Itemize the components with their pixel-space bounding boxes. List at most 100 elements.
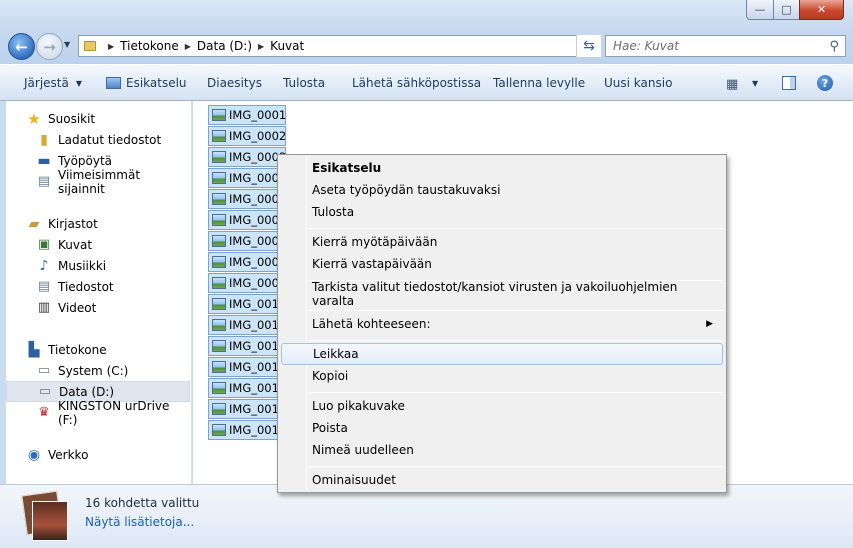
chevron-right-icon[interactable]: ▶ <box>258 42 264 51</box>
libraries-icon: ▰ <box>28 215 40 232</box>
nav-label: System (C:) <box>58 363 129 378</box>
menu-separator <box>309 392 723 393</box>
views-icon[interactable]: ▦ <box>726 77 738 92</box>
nav-label: Kuvat <box>58 237 93 252</box>
preview-pane-icon[interactable] <box>782 76 796 90</box>
refresh-button[interactable]: ⇆ <box>576 35 601 57</box>
file-item[interactable]: IMG_0016 <box>208 420 286 440</box>
image-file-icon <box>212 319 226 331</box>
search-box[interactable]: ⚲ <box>605 35 846 57</box>
slideshow-button[interactable]: Diaesitys <box>207 76 262 90</box>
recent-pages-dropdown[interactable]: ▼ <box>64 40 70 49</box>
chevron-right-icon[interactable]: ▶ <box>185 42 191 51</box>
new-folder-button[interactable]: Uusi kansio <box>604 76 672 90</box>
organize-button[interactable]: Järjestä ▼ <box>24 76 82 90</box>
image-file-icon <box>212 403 226 415</box>
menu-item-properties[interactable]: Ominaisuudet <box>281 469 723 491</box>
menu-item-preview[interactable]: Esikatselu <box>281 157 723 179</box>
file-item[interactable]: IMG_0009 <box>208 273 286 293</box>
menu-item-send-to[interactable]: Lähetä kohteeseen: ▶ <box>281 313 723 335</box>
thumbnail-front <box>32 501 68 541</box>
file-item[interactable]: IMG_0010 <box>208 294 286 314</box>
nav-recent[interactable]: ▤ Viimeisimmät sijainnit <box>6 168 190 196</box>
nav-label: Suosikit <box>48 111 96 126</box>
search-input[interactable] <box>613 39 818 53</box>
title-bar: — □ ✕ ← → ▼ ▶ Tietokone ▶ Data (D:) ▶ Ku… <box>0 0 853 64</box>
command-bar: Järjestä ▼ Esikatselu Diaesitys Tulosta L… <box>0 64 853 101</box>
nav-music[interactable]: ♪ Musiikki <box>6 255 190 276</box>
nav-libraries[interactable]: ▰ Kirjastot <box>6 213 190 234</box>
menu-item-create-shortcut[interactable]: Luo pikakuvake <box>281 395 723 417</box>
file-item[interactable]: IMG_0001 <box>208 105 286 125</box>
image-file-icon <box>212 256 226 268</box>
file-item[interactable]: IMG_0003 <box>208 147 286 167</box>
maximize-button[interactable]: □ <box>773 0 800 20</box>
arrow-left-icon: ← <box>15 37 28 56</box>
computer-icon: ▙ <box>28 341 40 358</box>
nav-pictures[interactable]: ▣ Kuvat <box>6 234 190 255</box>
menu-item-print[interactable]: Tulosta <box>281 201 723 223</box>
preview-button[interactable]: Esikatselu <box>106 76 187 90</box>
breadcrumb-pictures[interactable]: Kuvat <box>270 39 304 53</box>
menu-item-delete[interactable]: Poista <box>281 417 723 439</box>
menu-item-copy[interactable]: Kopioi <box>281 365 723 387</box>
nav-label: Data (D:) <box>59 384 115 399</box>
file-item[interactable]: IMG_0005 <box>208 189 286 209</box>
close-button[interactable]: ✕ <box>799 0 844 20</box>
minimize-button[interactable]: — <box>746 0 774 20</box>
preview-label: Esikatselu <box>126 76 187 90</box>
menu-item-label: Lähetä kohteeseen: <box>312 317 431 331</box>
image-file-icon <box>212 151 226 163</box>
breadcrumb-computer[interactable]: Tietokone <box>120 39 179 53</box>
search-icon[interactable]: ⚲ <box>829 39 839 54</box>
menu-item-rename[interactable]: Nimeä uudelleen <box>281 439 723 461</box>
nav-label: Tietokone <box>48 342 107 357</box>
nav-videos[interactable]: ▥ Videot <box>6 297 190 318</box>
email-button[interactable]: Lähetä sähköpostissa <box>352 76 481 90</box>
chevron-right-icon[interactable]: ▶ <box>108 42 114 51</box>
print-button[interactable]: Tulosta <box>283 76 325 90</box>
file-item[interactable]: IMG_0006 <box>208 210 286 230</box>
submenu-arrow-icon: ▶ <box>706 319 713 329</box>
nav-label: KINGSTON urDrive (F:) <box>58 398 170 427</box>
refresh-icon: ⇆ <box>583 38 595 54</box>
nav-label: Verkko <box>48 447 89 462</box>
file-item[interactable]: IMG_0011 <box>208 315 286 335</box>
image-file-icon <box>212 298 226 310</box>
file-item[interactable]: IMG_0008 <box>208 252 286 272</box>
nav-documents[interactable]: ▤ Tiedostot <box>6 276 190 297</box>
breadcrumb-drive-d[interactable]: Data (D:) <box>197 39 252 53</box>
menu-separator <box>309 310 723 311</box>
nav-downloads[interactable]: ▮ Ladatut tiedostot <box>6 129 190 150</box>
back-button[interactable]: ← <box>8 33 35 60</box>
nav-favorites[interactable]: ★ Suosikit <box>6 108 190 129</box>
file-item[interactable]: IMG_0007 <box>208 231 286 251</box>
system-drive-icon: ▭ <box>37 363 51 378</box>
file-name: IMG_0001 <box>229 108 287 122</box>
nav-computer[interactable]: ▙ Tietokone <box>6 339 190 360</box>
help-icon[interactable]: ? <box>817 75 833 91</box>
chevron-down-icon[interactable]: ▼ <box>752 79 758 88</box>
address-bar[interactable]: ▶ Tietokone ▶ Data (D:) ▶ Kuvat ▼ <box>78 35 601 57</box>
file-item[interactable]: IMG_0012 <box>208 336 286 356</box>
nav-label: Videot <box>58 300 97 315</box>
burn-button[interactable]: Tallenna levylle <box>493 76 585 90</box>
nav-drive-f[interactable]: ♛ KINGSTON urDrive (F:) <box>6 399 190 427</box>
nav-network[interactable]: ◉ Verkko <box>6 444 190 465</box>
menu-item-rotate-ccw[interactable]: Kierrä vastapäivään <box>281 253 723 275</box>
nav-drive-c[interactable]: ▭ System (C:) <box>6 360 190 381</box>
file-item[interactable]: IMG_0014 <box>208 378 286 398</box>
image-file-icon <box>212 424 226 436</box>
menu-item-cut[interactable]: Leikkaa <box>281 343 723 365</box>
file-item[interactable]: IMG_0004 <box>208 168 286 188</box>
image-file-icon <box>212 130 226 142</box>
menu-item-rotate-cw[interactable]: Kierrä myötäpäivään <box>281 231 723 253</box>
forward-button[interactable]: → <box>36 33 63 60</box>
file-item[interactable]: IMG_0002 <box>208 126 286 146</box>
show-more-details-link[interactable]: Näytä lisätietoja... <box>85 515 194 529</box>
menu-item-virus-scan[interactable]: Tarkista valitut tiedostot/kansiot virus… <box>281 280 723 308</box>
file-item[interactable]: IMG_0015 <box>208 399 286 419</box>
menu-item-set-background[interactable]: Aseta työpöydän taustakuvaksi <box>281 179 723 201</box>
details-pane: 16 kohdetta valittu Näytä lisätietoja... <box>0 484 853 548</box>
file-item[interactable]: IMG_0013 <box>208 357 286 377</box>
